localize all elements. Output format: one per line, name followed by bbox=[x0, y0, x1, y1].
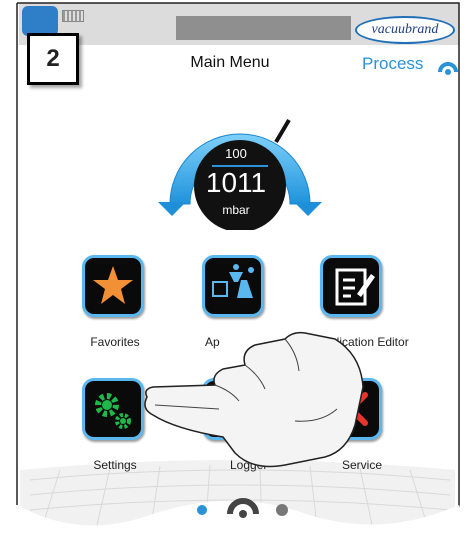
page-title: Main Menu bbox=[190, 54, 270, 71]
lab-equipment-icon bbox=[212, 264, 254, 298]
process-icon[interactable] bbox=[437, 56, 459, 76]
gears-icon bbox=[95, 393, 131, 429]
page-dot[interactable] bbox=[276, 504, 288, 516]
gauge-setpoint: 100 bbox=[225, 146, 247, 161]
applications-button[interactable] bbox=[202, 255, 264, 317]
process-link[interactable]: Process bbox=[362, 54, 423, 74]
application-editor-button[interactable] bbox=[320, 255, 382, 317]
page-indicator[interactable] bbox=[190, 498, 300, 528]
favorites-button[interactable] bbox=[82, 255, 144, 317]
gauge-unit: mbar bbox=[222, 203, 250, 217]
edit-document-icon bbox=[335, 268, 375, 306]
star-icon bbox=[93, 266, 133, 304]
step-number-badge: 2 bbox=[27, 33, 79, 85]
gauge-pressure-value: 1011 bbox=[205, 167, 267, 198]
pointing-hand-icon bbox=[144, 331, 364, 468]
page-dot[interactable] bbox=[197, 505, 207, 515]
